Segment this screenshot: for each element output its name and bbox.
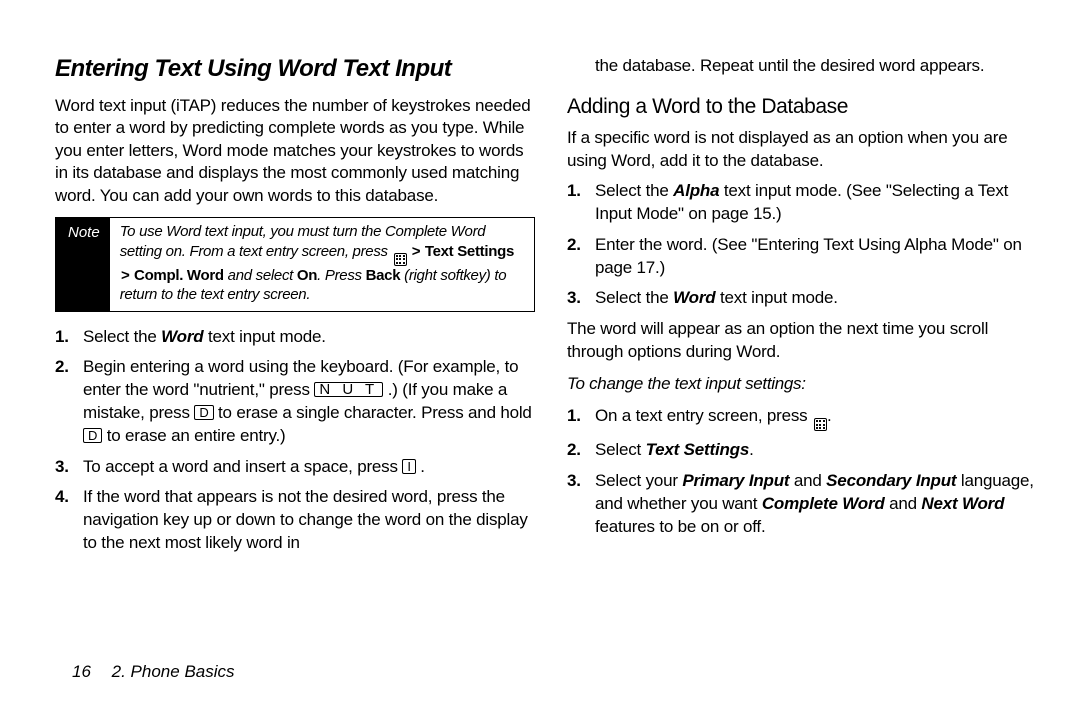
greater-than-icon: > bbox=[121, 267, 129, 284]
note-bold3: On bbox=[297, 267, 317, 284]
list-item: To accept a word and insert a space, pre… bbox=[55, 456, 535, 479]
left-column: Entering Text Using Word Text Input Word… bbox=[55, 55, 535, 563]
sub-procedure-heading: To change the text input settings: bbox=[567, 373, 1035, 395]
list-item: Select the Alpha text input mode. (See "… bbox=[567, 180, 1035, 226]
note-box: Note To use Word text input, you must tu… bbox=[55, 217, 535, 312]
list-item: Select the Word text input mode. bbox=[55, 326, 535, 349]
note-mid2: . Press bbox=[317, 267, 365, 284]
note-bold2: Compl. Word bbox=[134, 267, 224, 284]
menu-key-icon bbox=[394, 253, 407, 266]
steps-list-1: Select the Word text input mode. Begin e… bbox=[55, 326, 535, 555]
steps-list-2: Select the Alpha text input mode. (See "… bbox=[567, 180, 1035, 310]
note-mid1: and select bbox=[224, 267, 297, 284]
bold-italic-word: Word bbox=[161, 327, 203, 346]
bold-italic-completeword: Complete Word bbox=[762, 494, 885, 513]
intro-paragraph-2: If a specific word is not displayed as a… bbox=[567, 127, 1035, 172]
greater-than-icon: > bbox=[411, 243, 419, 260]
list-item: On a text entry screen, press . bbox=[567, 405, 1035, 431]
menu-key-icon bbox=[814, 418, 827, 431]
note-text: To use Word text input, you must turn th… bbox=[110, 218, 534, 311]
bold-italic-nextword: Next Word bbox=[921, 494, 1004, 513]
bold-italic-word: Word bbox=[673, 288, 715, 307]
bold-italic-secondary: Secondary Input bbox=[826, 471, 956, 490]
section-heading: Entering Text Using Word Text Input bbox=[55, 55, 535, 83]
list-item: Select the Word text input mode. bbox=[567, 287, 1035, 310]
note-bold4: Back bbox=[366, 267, 401, 284]
list-item: If the word that appears is not the desi… bbox=[55, 486, 535, 554]
right-column: the database. Repeat until the desired w… bbox=[567, 55, 1035, 563]
page-number: 16 bbox=[72, 662, 91, 681]
bold-italic-textsettings: Text Settings bbox=[646, 440, 750, 459]
key-i-icon: I bbox=[402, 459, 415, 474]
key-cluster: N U T bbox=[314, 382, 383, 397]
after-paragraph: The word will appear as an option the ne… bbox=[567, 318, 1035, 363]
list-item: Begin entering a word using the keyboard… bbox=[55, 356, 535, 447]
chapter-label: 2. Phone Basics bbox=[112, 662, 235, 681]
list-item: Select your Primary Input and Secondary … bbox=[567, 470, 1035, 538]
page-body: Entering Text Using Word Text Input Word… bbox=[0, 0, 1080, 623]
page-footer: 16 2. Phone Basics bbox=[72, 662, 235, 682]
continuation-paragraph: the database. Repeat until the desired w… bbox=[567, 55, 1035, 77]
note-bold1: Text Settings bbox=[425, 243, 514, 260]
list-item: Enter the word. (See "Entering Text Usin… bbox=[567, 234, 1035, 280]
note-label: Note bbox=[56, 218, 110, 311]
steps-list-3: On a text entry screen, press . Select T… bbox=[567, 405, 1035, 538]
bold-italic-alpha: Alpha bbox=[673, 181, 719, 200]
list-item: Select Text Settings. bbox=[567, 439, 1035, 462]
key-d-icon: D bbox=[83, 428, 102, 443]
intro-paragraph: Word text input (iTAP) reduces the numbe… bbox=[55, 95, 535, 207]
key-d-icon: D bbox=[194, 405, 213, 420]
bold-italic-primary: Primary Input bbox=[682, 471, 789, 490]
subsection-heading: Adding a Word to the Database bbox=[567, 95, 1035, 119]
